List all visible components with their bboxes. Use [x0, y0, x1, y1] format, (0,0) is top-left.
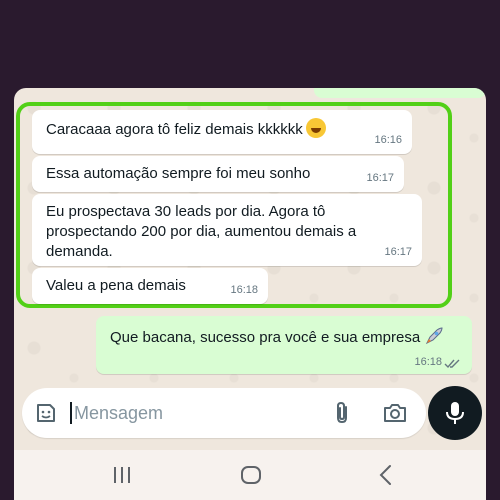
message-text: Que bacana, sucesso pra você e sua empre…: [110, 329, 421, 346]
system-navigation-bar: [14, 450, 486, 500]
sent-message-bubble[interactable]: Que bacana, sucesso pra você e sua empre…: [96, 316, 472, 374]
message-text: Caracaaa agora tô feliz demais kkkkkk: [46, 121, 303, 138]
recent-apps-icon[interactable]: [110, 464, 134, 486]
text-caret: [70, 402, 72, 424]
attach-icon[interactable]: [332, 400, 352, 426]
message-text: Eu prospectava 30 leads por dia. Agora t…: [46, 203, 357, 260]
message-input[interactable]: Mensagem: [74, 403, 163, 424]
previous-message-edge: [314, 88, 486, 98]
sticker-icon[interactable]: [34, 401, 58, 425]
chat-screen: Caracaaa agora tô feliz demais kkkkkk 16…: [14, 88, 486, 500]
message-time: 16:17: [366, 172, 394, 184]
message-text: Essa automação sempre foi meu sonho: [46, 165, 311, 182]
double-check-icon: [444, 359, 460, 369]
back-icon[interactable]: [376, 464, 396, 486]
voice-message-button[interactable]: [428, 386, 482, 440]
message-time: 16:17: [384, 246, 412, 258]
message-time: 16:18: [414, 356, 442, 368]
camera-icon[interactable]: [382, 401, 408, 425]
message-bubble[interactable]: Eu prospectava 30 leads por dia. Agora t…: [32, 194, 422, 266]
message-text: Valeu a pena demais: [46, 277, 186, 294]
message-bubble[interactable]: Valeu a pena demais 16:18: [32, 268, 268, 304]
tears-of-joy-emoji: [305, 118, 326, 138]
home-icon[interactable]: [240, 464, 262, 486]
microphone-icon: [446, 402, 464, 424]
message-time: 16:16: [374, 134, 402, 146]
message-bubble[interactable]: Caracaaa agora tô feliz demais kkkkkk 16…: [32, 110, 412, 154]
message-composer[interactable]: Mensagem: [22, 388, 426, 438]
rocket-icon: [426, 327, 443, 345]
message-bubble[interactable]: Essa automação sempre foi meu sonho 16:1…: [32, 156, 404, 192]
message-time: 16:18: [230, 284, 258, 296]
